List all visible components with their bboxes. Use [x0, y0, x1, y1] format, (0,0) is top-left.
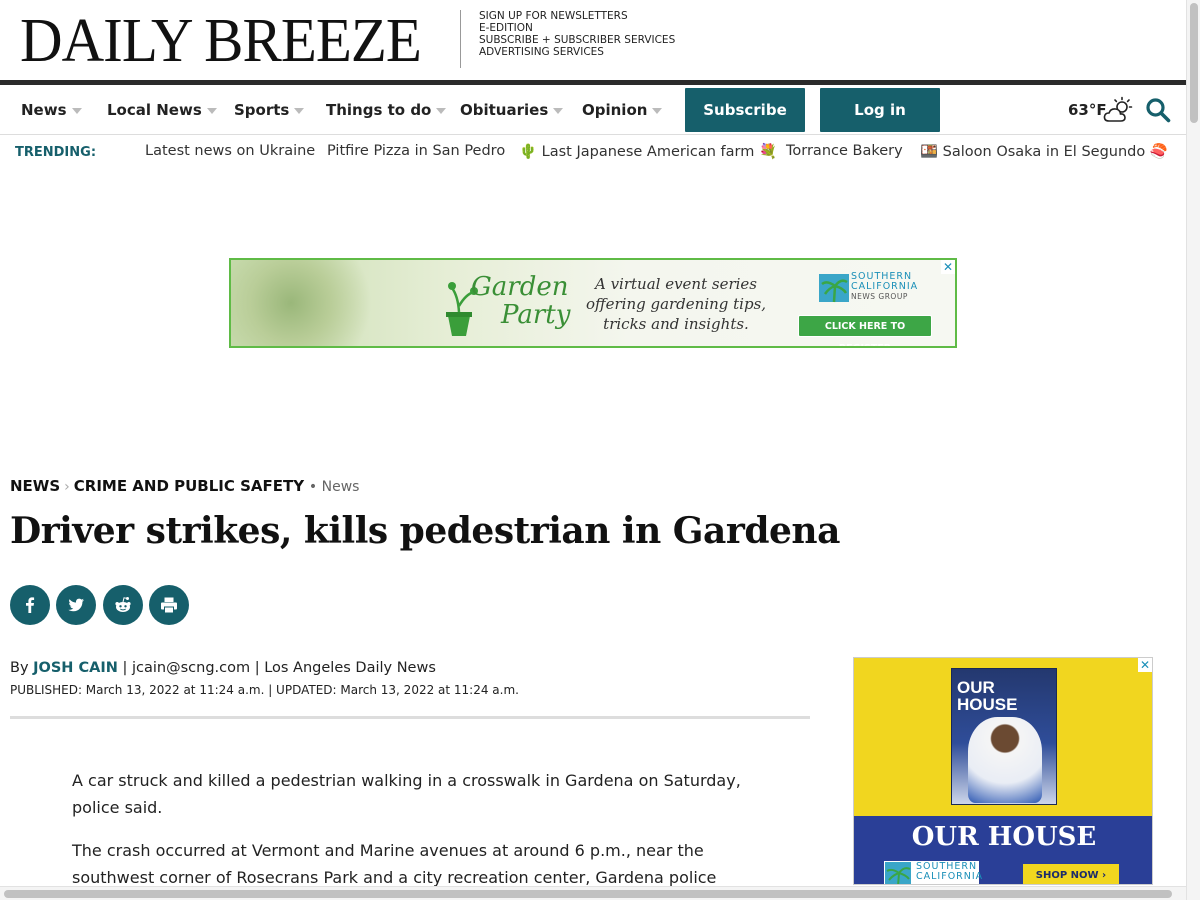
partly-cloudy-icon: [1103, 96, 1133, 122]
article-divider: [10, 716, 810, 719]
subscribe-button[interactable]: Subscribe: [685, 88, 805, 132]
nav-item-label: Local News: [107, 101, 202, 119]
trending-link[interactable]: Torrance Bakery: [786, 143, 903, 159]
search-icon[interactable]: [1145, 97, 1171, 123]
breadcrumb-tag[interactable]: • News: [309, 479, 360, 495]
main-nav: News Local News Sports Things to do Obit…: [0, 85, 1186, 135]
masthead-links: SIGN UP FOR NEWSLETTERS E-EDITION SUBSCR…: [479, 10, 675, 58]
subscriber-services-link[interactable]: SUBSCRIBE + SUBSCRIBER SERVICES: [479, 34, 675, 46]
nav-item-local-news[interactable]: Local News: [107, 85, 217, 135]
caret-down-icon: [652, 107, 663, 114]
byline-details: | jcain@scng.com | Los Angeles Daily New…: [122, 660, 436, 676]
e-edition-link[interactable]: E-EDITION: [479, 22, 675, 34]
palm-icon: [885, 862, 911, 884]
scng-wordmark: SOUTHERN CALIFORNIA: [916, 862, 983, 882]
ad-garden-photo: [231, 260, 381, 346]
trending-label: TRENDING:: [15, 145, 97, 160]
scng-line-2: CALIFORNIA: [851, 281, 919, 292]
tag-label: News: [321, 479, 360, 495]
newsletter-link[interactable]: SIGN UP FOR NEWSLETTERS: [479, 10, 675, 22]
printer-icon: [161, 597, 177, 614]
nav-item-label: News: [21, 101, 67, 119]
trending-link[interactable]: 🍱 Saloon Osaka in El Segundo 🍣: [920, 143, 1168, 160]
scng-line-2: CALIFORNIA: [916, 871, 984, 882]
garden-party-ad[interactable]: Garden Party A virtual event series offe…: [229, 258, 957, 348]
caret-down-icon: [553, 107, 564, 114]
ad-tagline: A virtual event series offering gardenin…: [585, 275, 767, 333]
chevron-right-icon: ›: [64, 479, 70, 495]
breadcrumb-crime[interactable]: CRIME AND PUBLIC SAFETY: [74, 477, 304, 495]
print-button[interactable]: [149, 585, 189, 625]
masthead: DAILY BREEZE SIGN UP FOR NEWSLETTERS E-E…: [0, 0, 1186, 80]
ad-close-icon[interactable]: ✕: [1138, 658, 1152, 672]
ad-side-title: OUR HOUSE: [911, 822, 1097, 852]
trending-link[interactable]: Latest news on Ukraine: [145, 143, 315, 159]
trending-link[interactable]: Pitfire Pizza in San Pedro: [327, 143, 505, 159]
publish-dates: PUBLISHED: March 13, 2022 at 11:24 a.m. …: [10, 683, 519, 697]
scng-line-3: NEWS GROUP: [851, 292, 908, 301]
nav-item-label: Obituaries: [460, 101, 549, 119]
caret-down-icon: [206, 107, 217, 114]
magazine-title: OUR HOUSE: [957, 678, 1018, 714]
byline: By JOSH CAIN | jcain@scng.com | Los Ange…: [10, 660, 436, 676]
breadcrumb: NEWS › CRIME AND PUBLIC SAFETY • News: [10, 477, 359, 495]
facebook-icon: [26, 597, 35, 613]
twitter-icon: [68, 598, 84, 612]
trending-bar: TRENDING: Latest news on Ukraine Pitfire…: [0, 136, 1186, 170]
caret-down-icon: [71, 107, 82, 114]
caret-down-icon: [294, 107, 305, 114]
twitter-share-button[interactable]: [56, 585, 96, 625]
shop-now-button[interactable]: SHOP NOW ›: [1023, 864, 1119, 884]
magazine-athlete-image: [968, 717, 1042, 803]
site-logo[interactable]: DAILY BREEZE: [20, 6, 422, 76]
vertical-scroll-thumb[interactable]: [1190, 3, 1198, 123]
our-house-ad[interactable]: OUR HOUSE OUR HOUSE SOUTHERN CALIFORNIA …: [853, 657, 1153, 885]
horizontal-scroll-thumb[interactable]: [4, 890, 1172, 898]
login-button[interactable]: Log in: [820, 88, 940, 132]
nav-item-label: Things to do: [326, 101, 432, 119]
ad-close-icon[interactable]: ✕: [941, 260, 955, 274]
reddit-icon: [115, 597, 131, 612]
horizontal-scrollbar[interactable]: [0, 886, 1186, 900]
nav-item-things-to-do[interactable]: Things to do: [326, 85, 447, 135]
nav-item-label: Sports: [234, 101, 290, 119]
byline-prefix: By: [10, 660, 29, 676]
masthead-divider: [460, 10, 461, 68]
facebook-share-button[interactable]: [10, 585, 50, 625]
nav-item-label: Opinion: [582, 101, 648, 119]
advertising-services-link[interactable]: ADVERTISING SERVICES: [479, 46, 675, 58]
nav-item-sports[interactable]: Sports: [234, 85, 305, 135]
vertical-scrollbar[interactable]: [1186, 0, 1200, 900]
author-link[interactable]: JOSH CAIN: [33, 660, 118, 676]
ad-brand-party: Party: [501, 300, 571, 330]
caret-down-icon: [436, 107, 447, 114]
nav-item-obituaries[interactable]: Obituaries: [460, 85, 564, 135]
scng-wordmark: SOUTHERN CALIFORNIA NEWS GROUP: [851, 272, 918, 302]
weather-temperature[interactable]: 63°F: [1068, 85, 1107, 135]
ad-brand-garden: Garden: [471, 272, 569, 302]
nav-item-news[interactable]: News: [21, 85, 82, 135]
trending-link[interactable]: 🌵 Last Japanese American farm 💐: [519, 143, 777, 160]
article-paragraph: A car struck and killed a pedestrian wal…: [72, 771, 741, 817]
breadcrumb-news[interactable]: NEWS: [10, 477, 60, 495]
ad-magazine-cover: OUR HOUSE: [951, 668, 1057, 805]
nav-item-opinion[interactable]: Opinion: [582, 85, 663, 135]
ad-register-button[interactable]: CLICK HERE TO REGISTER: [798, 315, 932, 346]
reddit-share-button[interactable]: [103, 585, 143, 625]
article-headline: Driver strikes, kills pedestrian in Gard…: [10, 510, 840, 552]
